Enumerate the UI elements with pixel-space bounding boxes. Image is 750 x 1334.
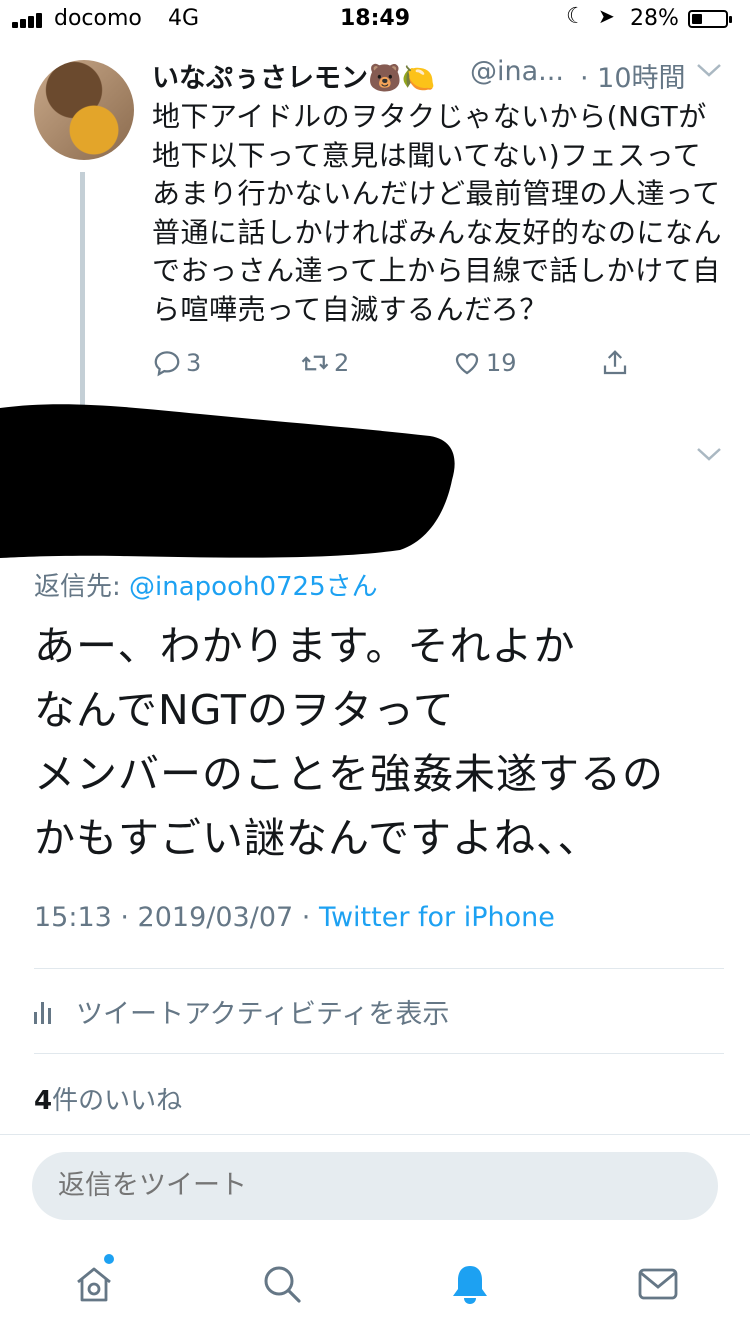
home-icon [77,1267,111,1302]
search-icon [264,1266,301,1303]
parent-tweet-text: 地下アイドルのヲタクじゃないから(NGTが地下以下って意見は聞いてない)フェスっ… [152,100,723,326]
like-button[interactable]: 19 [452,346,517,380]
thread-line [80,172,85,412]
divider [34,1053,724,1054]
share-icon [603,350,627,375]
do-not-disturb-icon: ☾ [566,4,586,29]
reply-prefix: 返信先: [34,572,130,602]
tab-home[interactable] [72,1262,116,1306]
parent-tweet-time: · 10時間 [580,63,686,94]
parent-author-name[interactable]: いなぷぅさレモン🐻🍋 [152,56,435,95]
reply-to-handle-link[interactable]: @inapooh0725さん [129,572,378,602]
parent-author-handle[interactable]: @ina... [470,56,564,87]
main-tweet-text: あー、わかります。それよか なんでNGTのヲタって メンバーのことを強姦未遂する… [34,614,724,870]
tab-messages[interactable] [636,1262,680,1306]
location-icon: ➤ [598,4,615,28]
divider [34,968,724,969]
battery-percent: 28% [630,6,679,31]
divider [0,1134,750,1135]
tweet-text-line: かもすごい謎なんですよね、、 [34,814,600,862]
battery-icon [688,10,732,28]
reply-count: 3 [186,349,202,377]
retweet-button[interactable]: 2 [300,346,349,380]
tweet-text-line: なんでNGTのヲタって [34,686,455,734]
tweet-activity-label: ツイートアクティビティを表示 [76,999,450,1030]
messages-icon [638,1268,678,1300]
redacted-author-block [0,404,455,558]
reply-to-label: 返信先: @inapooh0725さん [34,566,378,603]
like-count: 19 [486,349,517,377]
retweet-count: 2 [334,349,350,377]
status-bar: docomo 4G 18:49 ☾ ➤ 28% [0,0,750,40]
tweet-activity-button[interactable]: ツイートアクティビティを表示 [34,992,449,1031]
notifications-icon [453,1266,487,1304]
reply-icon [154,351,180,377]
likes-count: 4 [34,1086,53,1116]
likes-label: 件のいいね [52,1086,183,1116]
tweet-text-line: メンバーのことを強姦未遂するの [34,750,664,798]
analytics-icon [34,1000,54,1024]
tab-notifications[interactable] [448,1262,492,1306]
tab-search[interactable] [260,1262,304,1306]
avatar[interactable] [34,60,134,160]
reply-input[interactable] [58,1170,658,1201]
share-button[interactable] [600,346,630,380]
likes-summary[interactable]: 4件のいいね [34,1080,182,1117]
tweet-timestamp: 15:13 · 2019/03/07 · Twitter for iPhone [34,902,555,933]
tweet-text-line: あー、わかります。それよか [34,622,576,670]
reply-button[interactable]: 3 [152,346,201,380]
tweet-datetime: 15:13 · 2019/03/07 · [34,902,319,933]
chevron-down-icon[interactable] [696,62,722,78]
new-content-dot [104,1254,114,1264]
heart-icon [455,353,479,375]
retweet-icon [301,355,329,371]
chevron-down-icon[interactable] [696,446,722,462]
tweet-source-link[interactable]: Twitter for iPhone [319,902,555,933]
